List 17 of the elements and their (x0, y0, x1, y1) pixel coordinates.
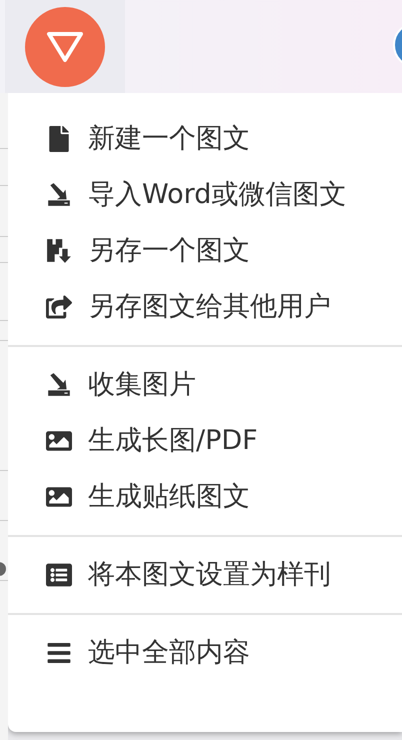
triangle-icon (45, 30, 85, 64)
menu-icon (46, 640, 72, 666)
menu-item[interactable]: 新建一个图文 (8, 111, 402, 167)
menu-item[interactable]: 选中全部内容 (8, 625, 402, 681)
menu-item[interactable]: 另存一个图文 (8, 223, 402, 279)
import-icon (46, 182, 72, 208)
menu-item[interactable]: 将本图文设置为样刊 (8, 547, 402, 603)
list-icon (46, 562, 72, 588)
menu-item[interactable]: 导入Word或微信图文 (8, 167, 402, 223)
save-icon (46, 238, 72, 264)
menu-item[interactable]: 收集图片 (8, 357, 402, 413)
menu-item[interactable]: 另存图文给其他用户 (8, 279, 402, 335)
menu-item[interactable]: 生成贴纸图文 (8, 469, 402, 525)
import-icon (46, 372, 72, 398)
share-icon (46, 294, 72, 320)
file-icon (48, 126, 70, 152)
menu-item[interactable]: 生成长图/PDF (8, 413, 402, 469)
